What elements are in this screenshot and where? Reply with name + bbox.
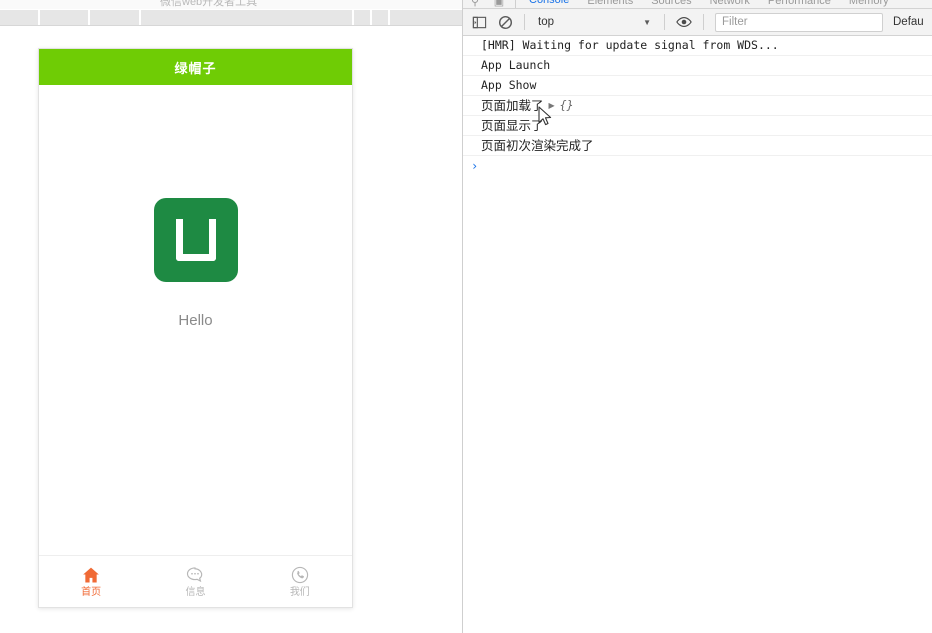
phone-simulator: 绿帽子 Hello 首页 信息 我们 [38,48,353,608]
chat-bubble-icon [187,567,203,583]
console-message-list: [HMR] Waiting for update signal from WDS… [463,36,932,633]
console-filter-placeholder: Filter [722,16,748,28]
tabbar-label-about: 我们 [289,587,310,598]
console-prompt-symbol: › [471,159,479,173]
console-toolbar: top ▼ Filter Defau [463,9,932,36]
tabbar-item-about[interactable]: 我们 [248,565,352,598]
console-message[interactable]: [HMR] Waiting for update signal from WDS… [463,36,932,56]
tabbar-item-home[interactable]: 首页 [39,565,143,598]
app-root: 微信web开发者工具 绿帽子 Hello 首页 信息 我们 ⚲ ▣ Consol… [0,0,932,633]
devtools-device-toolbar-icon[interactable]: ▣ [487,0,511,8]
console-message[interactable]: 页面加载了 ▶ {} [463,96,932,116]
phone-circle-icon [291,566,308,584]
console-message[interactable]: 页面显示了 [463,116,932,136]
console-message-text: 页面加载了 [481,98,544,113]
toolbar-segment-wide[interactable] [141,10,355,25]
console-sidebar-icon[interactable] [467,11,491,33]
simulator-pane: 微信web开发者工具 绿帽子 Hello 首页 信息 我们 [0,0,462,633]
home-icon [83,567,99,583]
tab-elements[interactable]: Elements [578,0,642,8]
console-message[interactable]: 页面初次渲染完成了 [463,136,932,156]
object-expand-arrow-icon[interactable]: ▶ [549,98,555,113]
phone-navigation-bar: 绿帽子 [39,49,352,85]
console-prompt[interactable]: › [463,156,932,176]
phone-page-body: Hello [39,85,352,555]
ide-main-toolbar[interactable]: 微信web开发者工具 [0,0,462,9]
ide-toolbar-ghost-label: 微信web开发者工具 [160,0,258,8]
tabbar-label-message: 信息 [185,587,206,598]
tab-performance[interactable]: Performance [759,0,840,8]
console-log-levels-select[interactable]: Defau [893,16,929,28]
console-message-text: 页面显示了 [481,118,544,133]
app-logo-u-icon [153,198,238,282]
console-message-text: [HMR] Waiting for update signal from WDS… [481,38,779,52]
toolbar-segment[interactable] [0,10,41,25]
live-expression-eye-icon[interactable] [672,11,696,33]
tab-network[interactable]: Network [701,0,759,8]
toolbar-divider [524,14,525,30]
clear-console-icon[interactable] [493,11,517,33]
tab-sources[interactable]: Sources [642,0,700,8]
console-message-text: App Show [481,78,537,92]
toolbar-divider [703,14,704,30]
toolbar-segment[interactable] [390,10,462,25]
toolbar-segment[interactable] [40,10,91,25]
console-message[interactable]: App Show [463,76,932,96]
console-filter-input[interactable]: Filter [715,12,883,32]
devtools-pane: ⚲ ▣ Console Elements Sources Network Per… [462,0,932,633]
chevron-down-icon: ▼ [643,17,651,27]
devtools-inspect-icon[interactable]: ⚲ [463,0,487,8]
app-logo-block: Hello [153,198,238,329]
console-message-text: 页面初次渲染完成了 [481,138,594,153]
phone-tabbar: 首页 信息 我们 [39,555,352,607]
tab-console[interactable]: Console [520,0,578,8]
console-message-object[interactable]: {} [560,98,574,113]
toolbar-segment[interactable] [354,10,373,25]
devtools-tabstrip[interactable]: ⚲ ▣ Console Elements Sources Network Per… [463,0,932,9]
toolbar-divider [664,14,665,30]
console-context-select[interactable]: top ▼ [532,12,657,32]
console-message-text: App Launch [481,58,551,72]
console-message[interactable]: App Launch [463,56,932,76]
page-title: 绿帽子 [174,60,217,76]
toolbar-segment[interactable] [372,10,391,25]
tab-memory[interactable]: Memory [840,0,898,8]
logo-caption: Hello [178,312,213,329]
ide-secondary-toolbar[interactable] [0,9,462,26]
tabbar-label-home: 首页 [81,587,102,598]
console-context-value: top [538,16,554,28]
tabbar-item-message[interactable]: 信息 [143,565,247,598]
toolbar-segment[interactable] [90,10,142,25]
